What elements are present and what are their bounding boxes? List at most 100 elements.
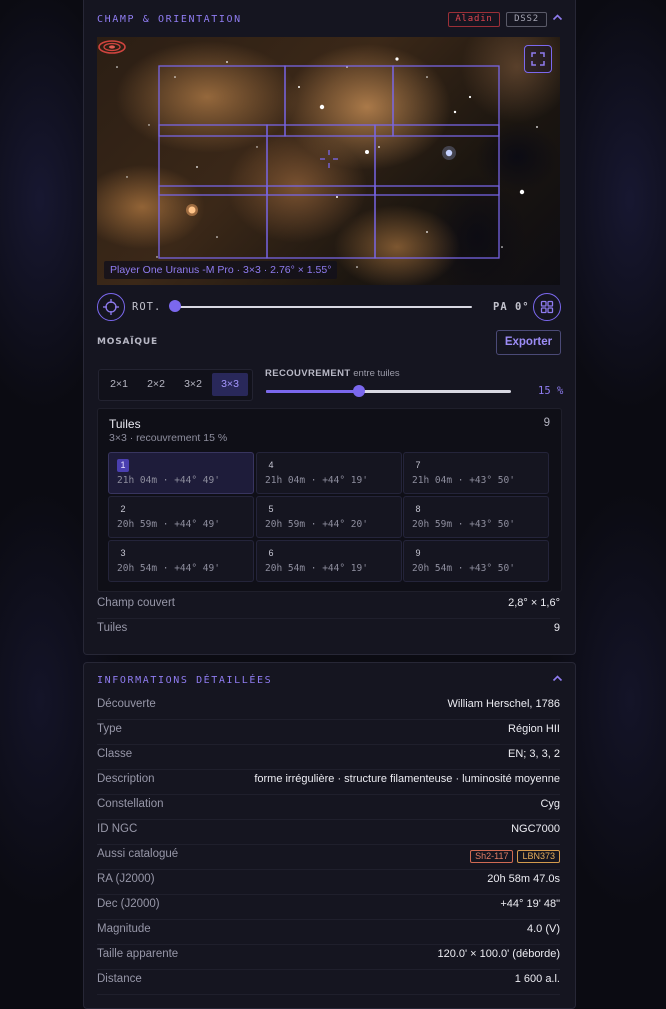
tiles-subtitle: 3×3 · recouvrement 15 % (109, 432, 228, 444)
tile-card[interactable]: 9 20h 54m · +43° 50' (403, 540, 549, 582)
detail-row: Constellation Cyg (97, 794, 560, 820)
mosaic-grid-button[interactable] (533, 293, 561, 321)
tile-coordinates: 20h 59m · +43° 50' (412, 519, 515, 530)
galaxy-icon (98, 40, 126, 54)
detail-value: 4.0 (V) (526, 923, 560, 935)
detail-label: Découverte (97, 698, 156, 710)
overlap-slider-thumb[interactable] (353, 385, 365, 397)
detail-label: Description (97, 773, 155, 785)
section-title: Informations détaillées (97, 675, 273, 686)
grid-icon (540, 300, 554, 314)
detail-row: Type Région HII (97, 719, 560, 745)
tile-card[interactable]: 2 20h 59m · +44° 49' (108, 496, 254, 538)
details-panel: Informations détaillées Découverte Willi… (83, 662, 576, 1009)
tile-coordinates: 21h 04m · +44° 19' (265, 475, 368, 486)
tiles-title: Tuiles (109, 417, 141, 431)
grid-option-3x3[interactable]: 3×3 (212, 373, 248, 396)
detail-value: Cyg (540, 798, 560, 810)
tile-coordinates: 20h 54m · +44° 49' (117, 563, 220, 574)
grid-option-3x2[interactable]: 3×2 (175, 373, 211, 396)
detail-label: Constellation (97, 798, 164, 810)
tile-number: 5 (268, 504, 274, 514)
tile-card[interactable]: 6 20h 54m · +44° 19' (256, 540, 402, 582)
detail-value: EN; 3, 3, 2 (508, 748, 560, 760)
detail-value: 1 600 a.l. (514, 973, 560, 985)
rotation-slider-track[interactable] (175, 306, 472, 308)
catalog-pill[interactable]: Sh2-117 (470, 850, 514, 863)
chevron-up-icon[interactable] (552, 673, 563, 684)
fullscreen-button[interactable] (524, 45, 552, 73)
summary-row: Tuiles 9 (97, 618, 560, 643)
tile-number: 1 (117, 459, 129, 472)
tile-card[interactable]: 5 20h 59m · +44° 20' (256, 496, 402, 538)
detail-label: Taille apparente (97, 948, 179, 960)
tile-card[interactable]: 8 20h 59m · +43° 50' (403, 496, 549, 538)
overlap-label: RECOUVREMENT entre tuiles (265, 368, 400, 379)
center-crosshair-icon (320, 150, 338, 168)
detail-value: 20h 58m 47.0s (487, 873, 560, 885)
tile-number: 9 (415, 548, 421, 558)
detail-row: ID NGC NGC7000 (97, 819, 560, 845)
grid-option-2x1[interactable]: 2×1 (101, 373, 137, 396)
summary-value: 2,8° × 1,6° (508, 597, 560, 609)
tile-coordinates: 20h 59m · +44° 20' (265, 519, 368, 530)
detail-label: Classe (97, 748, 133, 760)
rotation-label: ROT. (132, 301, 162, 313)
tile-card[interactable]: 1 21h 04m · +44° 49' (108, 452, 254, 494)
tile-number: 6 (268, 548, 274, 558)
tile-number: 2 (120, 504, 126, 514)
detail-label: Magnitude (97, 923, 151, 935)
target-center-button[interactable] (97, 293, 125, 321)
overlap-slider-fill (266, 390, 359, 393)
detail-row: Taille apparente 120.0' × 100.0' (débord… (97, 944, 560, 970)
detail-label: Dec (J2000) (97, 898, 160, 910)
tile-coordinates: 21h 04m · +44° 49' (117, 475, 220, 486)
rotation-slider-thumb[interactable] (169, 300, 181, 312)
tiles-list: Tuiles 9 3×3 · recouvrement 15 % 1 21h 0… (97, 408, 562, 592)
tiles-count: 9 (543, 417, 550, 429)
summary-value: 9 (553, 622, 560, 634)
detail-row: Description forme irrégulière · structur… (97, 769, 560, 795)
sky-preview[interactable]: Player One Uranus -M Pro · 3×3 · 2.76° ×… (97, 37, 560, 285)
fov-label: Player One Uranus -M Pro · 3×3 · 2.76° ×… (104, 261, 338, 279)
catalog-pills: Sh2-117 LBN373 (470, 850, 560, 863)
detail-row: Découverte William Herschel, 1786 (97, 694, 560, 720)
tile-coordinates: 20h 54m · +44° 19' (265, 563, 368, 574)
tile-coordinates: 20h 59m · +44° 49' (117, 519, 220, 530)
detail-row: RA (J2000) 20h 58m 47.0s (97, 869, 560, 895)
catalog-pill[interactable]: LBN373 (517, 850, 560, 863)
export-button[interactable]: Exporter (496, 330, 561, 355)
detail-value: +44° 19' 48" (500, 898, 560, 910)
detail-label: Type (97, 723, 122, 735)
survey-badge[interactable]: DSS2 (506, 12, 547, 27)
tile-coordinates: 21h 04m · +43° 50' (412, 475, 515, 486)
detail-row: Aussi catalogué Sh2-117 LBN373 (97, 844, 560, 870)
detail-label: RA (J2000) (97, 873, 155, 885)
tile-number: 8 (415, 504, 421, 514)
summary-label: Tuiles (97, 622, 128, 634)
detail-row: Distance 1 600 a.l. (97, 969, 560, 995)
crosshair-icon (103, 299, 119, 315)
detail-label: ID NGC (97, 823, 138, 835)
grid-size-selector: 2×1 2×2 3×2 3×3 (98, 369, 253, 401)
tile-card[interactable]: 4 21h 04m · +44° 19' (256, 452, 402, 494)
overlap-label-rest: entre tuiles (353, 368, 400, 379)
fullscreen-icon (531, 52, 545, 66)
summary-label: Champ couvert (97, 597, 175, 609)
detail-value: William Herschel, 1786 (447, 698, 560, 710)
detail-row: Classe EN; 3, 3, 2 (97, 744, 560, 770)
tile-number: 3 (120, 548, 126, 558)
grid-option-2x2[interactable]: 2×2 (138, 373, 174, 396)
overlap-label-strong: RECOUVREMENT (265, 368, 351, 379)
tile-card[interactable]: 7 21h 04m · +43° 50' (403, 452, 549, 494)
tile-card[interactable]: 3 20h 54m · +44° 49' (108, 540, 254, 582)
mosaic-overlay (116, 57, 538, 273)
field-orientation-panel: Champ & orientation Aladin DSS2 (83, 0, 576, 655)
tile-coordinates: 20h 54m · +43° 50' (412, 563, 515, 574)
tile-number: 7 (415, 460, 421, 470)
chevron-up-icon[interactable] (552, 12, 563, 23)
overlap-value: 15 % (538, 385, 564, 397)
rotation-control: ROT. PA 0° (97, 293, 561, 321)
section-title: Champ & orientation (97, 14, 242, 25)
aladin-badge[interactable]: Aladin (448, 12, 500, 27)
